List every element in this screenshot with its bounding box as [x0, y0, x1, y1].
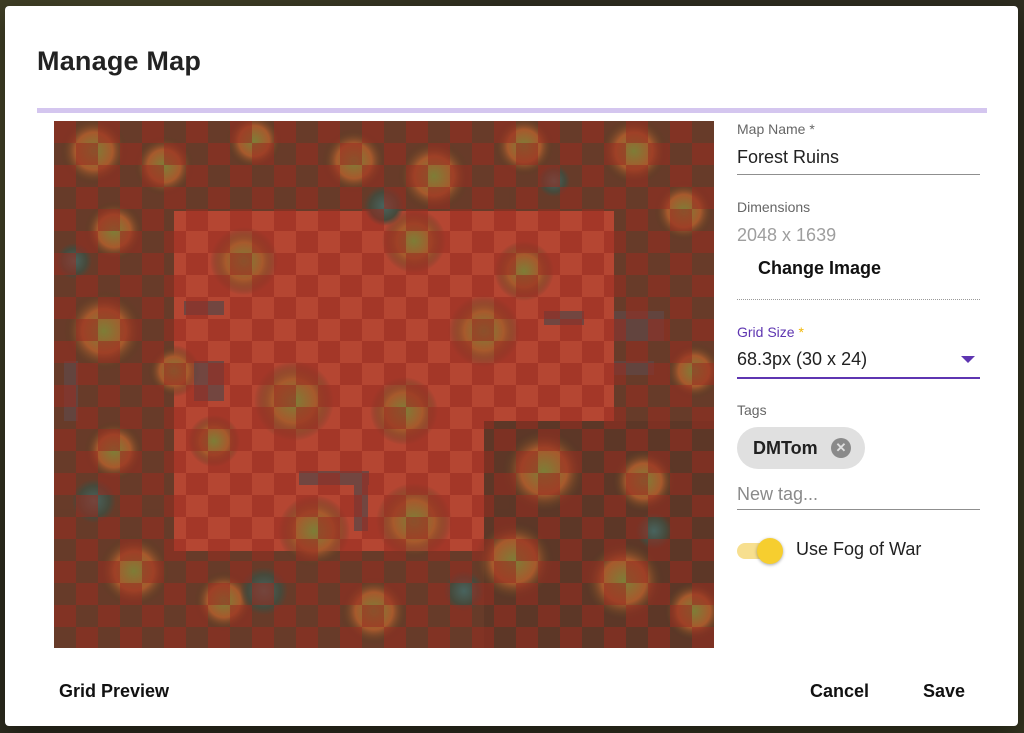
grid-size-label-text: Grid Size [737, 324, 795, 340]
tag-chip[interactable]: DMTom ✕ [737, 427, 865, 469]
grid-size-label: Grid Size * [737, 324, 804, 340]
new-tag-underline [737, 509, 980, 510]
dimensions-label: Dimensions [737, 199, 811, 215]
toggle-thumb[interactable] [757, 538, 783, 564]
dimensions-value: 2048 x 1639 [737, 225, 837, 245]
fog-of-war-toggle[interactable] [737, 538, 783, 564]
cancel-button[interactable]: Cancel [810, 681, 869, 702]
map-name-underline [737, 174, 980, 175]
map-image [54, 121, 714, 648]
grid-preview-button[interactable]: Grid Preview [59, 681, 169, 702]
new-tag-input[interactable] [737, 480, 980, 508]
manage-map-dialog: Manage Map Map Name * Forest Ruins Dimen… [5, 6, 1018, 726]
save-button[interactable]: Save [923, 681, 965, 702]
grid-size-select[interactable]: 68.3px (30 x 24) [737, 349, 867, 370]
map-name-label: Map Name * [737, 121, 815, 137]
tags-label: Tags [737, 402, 767, 418]
dimensions-divider [737, 299, 980, 300]
grid-size-underline [737, 377, 980, 379]
map-preview[interactable] [54, 121, 714, 648]
tag-chip-label: DMTom [753, 438, 818, 458]
progress-bar [37, 108, 987, 113]
dialog-title: Manage Map [37, 46, 202, 76]
change-image-button[interactable]: Change Image [758, 258, 881, 279]
required-mark: * [798, 324, 804, 340]
map-name-input[interactable]: Forest Ruins [737, 147, 839, 168]
fog-of-war-label: Use Fog of War [796, 539, 922, 559]
cancel-circle-icon[interactable]: ✕ [831, 438, 851, 458]
arrow-drop-down-icon[interactable] [961, 356, 975, 363]
